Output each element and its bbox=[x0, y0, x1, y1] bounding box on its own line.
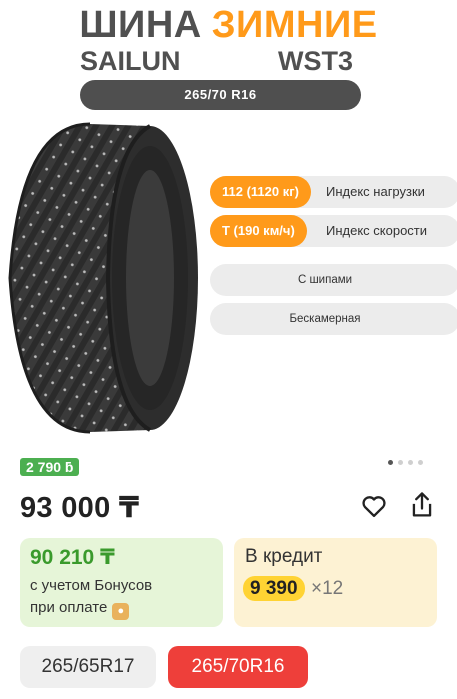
tubeless-feature: Бескамерная bbox=[210, 303, 457, 335]
gallery-dot[interactable] bbox=[398, 460, 403, 465]
coin-icon: ● bbox=[112, 603, 130, 620]
load-index-row: 112 (1120 кг) Индекс нагрузки bbox=[210, 176, 457, 208]
share-icon[interactable] bbox=[408, 490, 436, 520]
gallery-dot[interactable] bbox=[388, 460, 393, 465]
speed-index-value: T (190 км/ч) bbox=[210, 215, 307, 247]
credit-months: ×12 bbox=[311, 578, 344, 599]
credit-monthly-payment: 9 390 bbox=[243, 576, 305, 601]
title-word-winter: ЗИМНИЕ bbox=[211, 4, 378, 46]
bonus-points-badge: 2 790 ƃ bbox=[20, 458, 80, 476]
speed-index-label: Индекс скорости bbox=[326, 223, 428, 238]
size-option-265-65r17[interactable]: 265/65R17 bbox=[20, 646, 156, 688]
tire-size-badge: 265/70 R16 bbox=[80, 80, 361, 110]
credit-title: В кредит bbox=[245, 546, 323, 567]
credit-card[interactable]: В кредит 9 390 ×12 bbox=[234, 538, 437, 627]
gallery-pagination[interactable] bbox=[388, 460, 423, 465]
bonus-price-line2-row: при оплате ● bbox=[30, 599, 130, 620]
bonus-price-card[interactable]: 90 210 ₸ с учетом Бонусов при оплате ● bbox=[20, 538, 223, 627]
studded-label: С шипами bbox=[297, 274, 353, 286]
heart-icon[interactable] bbox=[360, 492, 388, 520]
studded-feature: С шипами bbox=[210, 264, 457, 296]
gallery-dot[interactable] bbox=[408, 460, 413, 465]
speed-index-row: T (190 км/ч) Индекс скорости bbox=[210, 215, 457, 247]
tubeless-label: Бескамерная bbox=[289, 313, 361, 325]
brand-name: SAILUN bbox=[80, 46, 181, 76]
product-price: 93 000 ₸ bbox=[20, 492, 140, 524]
size-option-265-70r16[interactable]: 265/70R16 bbox=[168, 646, 308, 688]
load-index-label: Индекс нагрузки bbox=[326, 184, 425, 199]
bonus-price-line1: с учетом Бонусов bbox=[30, 577, 153, 594]
load-index-value: 112 (1120 кг) bbox=[210, 176, 311, 208]
title-word-tire: ШИНА bbox=[79, 4, 202, 46]
model-name: WST3 bbox=[278, 46, 354, 76]
bonus-price-amount: 90 210 ₸ bbox=[30, 546, 115, 569]
product-image[interactable] bbox=[0, 118, 210, 438]
product-title: ШИНА ЗИМНИЕ bbox=[0, 4, 457, 46]
bonus-price-line2: при оплате bbox=[30, 599, 108, 616]
gallery-dot[interactable] bbox=[418, 460, 423, 465]
